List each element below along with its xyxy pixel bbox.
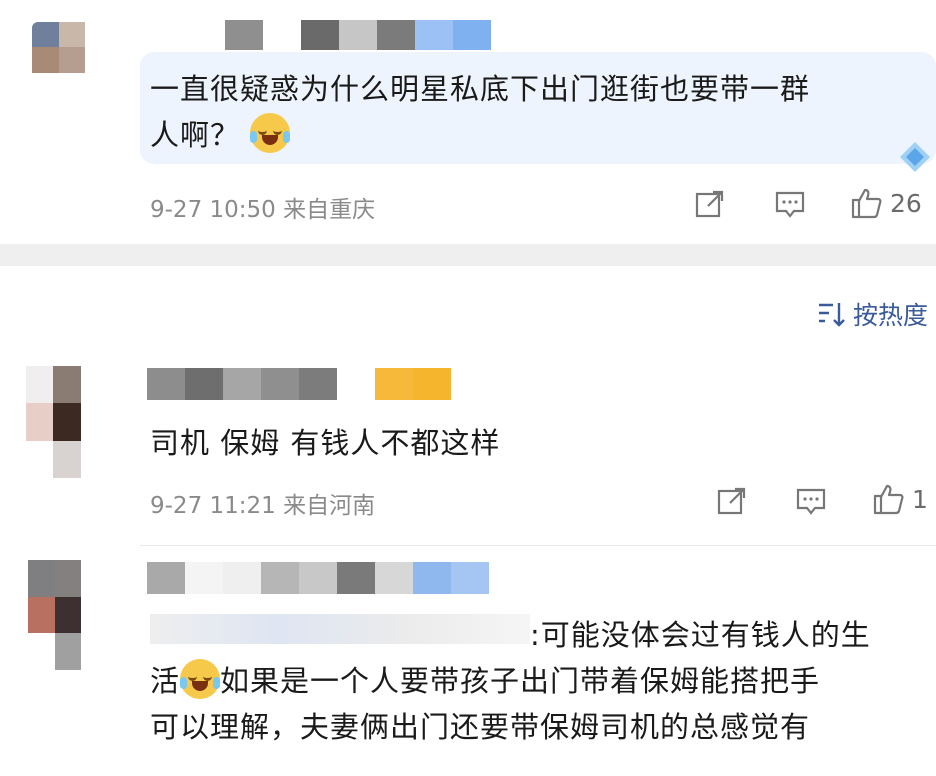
section-divider [0, 244, 936, 266]
avatar[interactable] [32, 22, 112, 98]
sort-label: 按热度 [852, 301, 928, 330]
comment-time: 9-27 10:50 来自重庆 [150, 197, 376, 223]
avatar[interactable] [26, 366, 108, 478]
like-count: 1 [912, 484, 928, 514]
thumbs-up-icon [873, 484, 904, 515]
like-count: 26 [890, 188, 922, 218]
share-button[interactable] [716, 485, 748, 517]
share-button[interactable] [694, 188, 726, 220]
comment-text: :可能没体会过有钱人的生 活如果是一个人要带孩子出门带着保姆能搭把手 可以理解，… [150, 618, 871, 744]
comment-text: 司机 保姆 有钱人不都这样 [150, 426, 501, 460]
comment-separator [140, 545, 936, 546]
diamond-badge-icon [900, 142, 930, 172]
thumbs-up-icon [851, 188, 882, 219]
laughing-crying-emoji-icon [250, 113, 291, 153]
like-button[interactable]: 26 [850, 186, 922, 220]
sort-icon [818, 303, 845, 327]
username-censored[interactable] [147, 562, 489, 594]
like-button[interactable]: 1 [872, 482, 928, 516]
share-icon [695, 190, 724, 218]
laughing-crying-emoji-icon [180, 659, 221, 699]
username-censored[interactable] [225, 20, 491, 50]
reply-button[interactable] [774, 188, 806, 220]
avatar[interactable] [28, 560, 108, 670]
comment-text: 一直很疑惑为什么明星私底下出门逛街也要带一群 人啊？ [150, 72, 811, 153]
comment-icon [796, 488, 826, 515]
username-censored[interactable] [147, 368, 451, 400]
comment-time: 9-27 11:21 来自河南 [150, 493, 376, 519]
reply-button[interactable] [795, 485, 827, 517]
share-icon [717, 487, 746, 515]
comment-icon [775, 191, 805, 218]
sort-by-hot-button[interactable]: 按热度 [817, 296, 928, 332]
